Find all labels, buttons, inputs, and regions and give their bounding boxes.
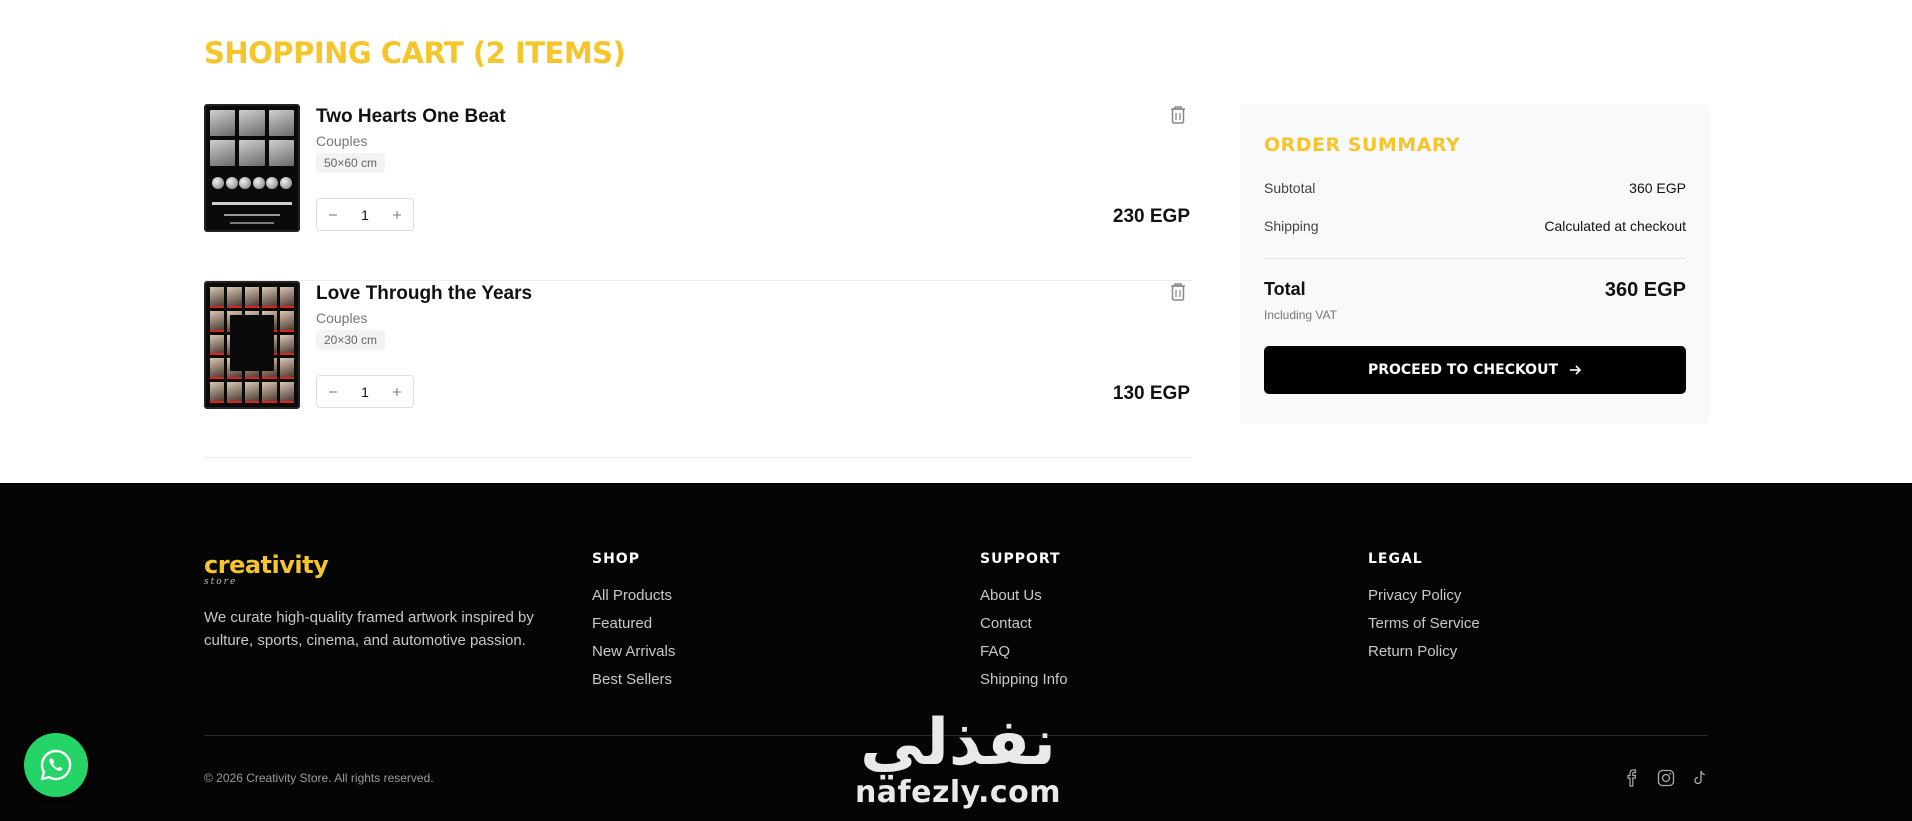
footer-link-return-policy[interactable]: Return Policy <box>1368 643 1480 661</box>
quantity-stepper: 1 <box>316 375 414 408</box>
cart-page: SHOPPING CART (2 ITEMS) Two Hearts One B… <box>0 0 1912 821</box>
cart-items-list: Two Hearts One Beat Couples 50×60 cm 1 2… <box>204 104 1192 458</box>
remove-item-button[interactable] <box>1168 281 1188 303</box>
footer-logo[interactable]: creativity store <box>204 551 329 587</box>
footer-link-faq[interactable]: FAQ <box>980 643 1068 661</box>
product-image[interactable] <box>204 281 300 409</box>
product-price: 130 EGP <box>1112 383 1190 404</box>
increase-quantity-button[interactable] <box>381 376 413 407</box>
vat-note: Including VAT <box>1264 308 1337 322</box>
instagram-icon <box>1657 769 1675 787</box>
product-category: Couples <box>316 133 368 149</box>
size-badge: 20×30 cm <box>316 330 386 350</box>
quantity-value: 1 <box>361 206 369 223</box>
tiktok-icon <box>1694 770 1705 785</box>
footer-link-featured[interactable]: Featured <box>592 615 675 633</box>
footer-about-text: We curate high-quality framed artwork in… <box>204 609 534 649</box>
shipping-label: Shipping <box>1264 218 1319 234</box>
footer-link-best-sellers[interactable]: Best Sellers <box>592 671 675 689</box>
remove-item-button[interactable] <box>1168 104 1188 126</box>
footer-link-terms-of-service[interactable]: Terms of Service <box>1368 615 1480 633</box>
trash-icon <box>1171 106 1185 124</box>
decrease-quantity-button[interactable] <box>317 376 349 407</box>
facebook-link[interactable] <box>1622 768 1642 788</box>
quantity-stepper: 1 <box>316 198 414 231</box>
cart-title: SHOPPING CART (2 ITEMS) <box>204 36 626 70</box>
total-value: 360 EGP <box>1604 279 1686 301</box>
footer-shop-heading: SHOP <box>592 551 640 567</box>
cart-item: Two Hearts One Beat Couples 50×60 cm 1 2… <box>204 104 1192 281</box>
nafezly-watermark: نفذلي nafezly.com <box>838 709 1078 810</box>
order-summary: ORDER SUMMARY Subtotal 360 EGP Shipping … <box>1240 104 1710 424</box>
footer-link-privacy-policy[interactable]: Privacy Policy <box>1368 587 1480 605</box>
subtotal-row: Subtotal 360 EGP <box>1264 180 1686 196</box>
footer-legal-heading: LEGAL <box>1368 551 1423 567</box>
footer-link-about-us[interactable]: About Us <box>980 587 1068 605</box>
facebook-icon <box>1627 769 1637 787</box>
poster-text-panel <box>230 315 274 371</box>
total-label: Total <box>1264 279 1306 299</box>
proceed-to-checkout-button[interactable]: PROCEED TO CHECKOUT <box>1264 346 1686 394</box>
trash-icon <box>1171 283 1185 301</box>
product-price: 230 EGP <box>1112 206 1190 227</box>
plus-icon <box>392 387 401 396</box>
moon-phases-art <box>212 177 292 189</box>
product-name[interactable]: Love Through the Years <box>316 283 532 305</box>
footer-shop-column: SHOP All Products Featured New Arrivals … <box>592 551 675 699</box>
subtotal-value: 360 EGP <box>1629 180 1686 196</box>
whatsapp-icon <box>40 749 72 781</box>
watermark-latin: nafezly.com <box>854 775 1062 810</box>
footer-support-column: SUPPORT About Us Contact FAQ Shipping In… <box>980 551 1068 699</box>
site-footer: creativity store We curate high-quality … <box>0 483 1912 821</box>
whatsapp-chat-button[interactable] <box>24 733 88 797</box>
total-row: Total 360 EGP <box>1264 279 1686 302</box>
cart-item: Love Through the Years Couples 20×30 cm … <box>204 281 1192 458</box>
summary-divider <box>1264 258 1686 259</box>
footer-link-new-arrivals[interactable]: New Arrivals <box>592 643 675 661</box>
copyright-text: © 2026 Creativity Store. All rights rese… <box>204 771 434 785</box>
size-badge: 50×60 cm <box>316 153 386 173</box>
checkout-label: PROCEED TO CHECKOUT <box>1367 362 1559 378</box>
plus-icon <box>392 210 401 219</box>
shipping-row: Shipping Calculated at checkout <box>1264 218 1686 234</box>
footer-support-heading: SUPPORT <box>980 551 1061 567</box>
decrease-quantity-button[interactable] <box>317 199 349 230</box>
footer-link-shipping-info[interactable]: Shipping Info <box>980 671 1068 689</box>
shipping-value: Calculated at checkout <box>1544 218 1686 234</box>
minus-icon <box>329 213 337 216</box>
logo-wordmark: creativity <box>204 551 329 579</box>
footer-link-contact[interactable]: Contact <box>980 615 1068 633</box>
tiktok-link[interactable] <box>1690 768 1710 788</box>
product-image[interactable] <box>204 104 300 232</box>
arrow-right-icon <box>1570 365 1582 375</box>
footer-link-all-products[interactable]: All Products <box>592 587 675 605</box>
footer-legal-column: LEGAL Privacy Policy Terms of Service Re… <box>1368 551 1480 671</box>
increase-quantity-button[interactable] <box>381 199 413 230</box>
social-links <box>1622 768 1710 788</box>
minus-icon <box>329 390 337 393</box>
product-name[interactable]: Two Hearts One Beat <box>316 106 506 128</box>
instagram-link[interactable] <box>1656 768 1676 788</box>
order-summary-title: ORDER SUMMARY <box>1264 134 1461 156</box>
watermark-arabic: نفذلي <box>860 706 1056 780</box>
product-category: Couples <box>316 310 368 326</box>
subtotal-label: Subtotal <box>1264 180 1316 196</box>
quantity-value: 1 <box>361 383 369 400</box>
